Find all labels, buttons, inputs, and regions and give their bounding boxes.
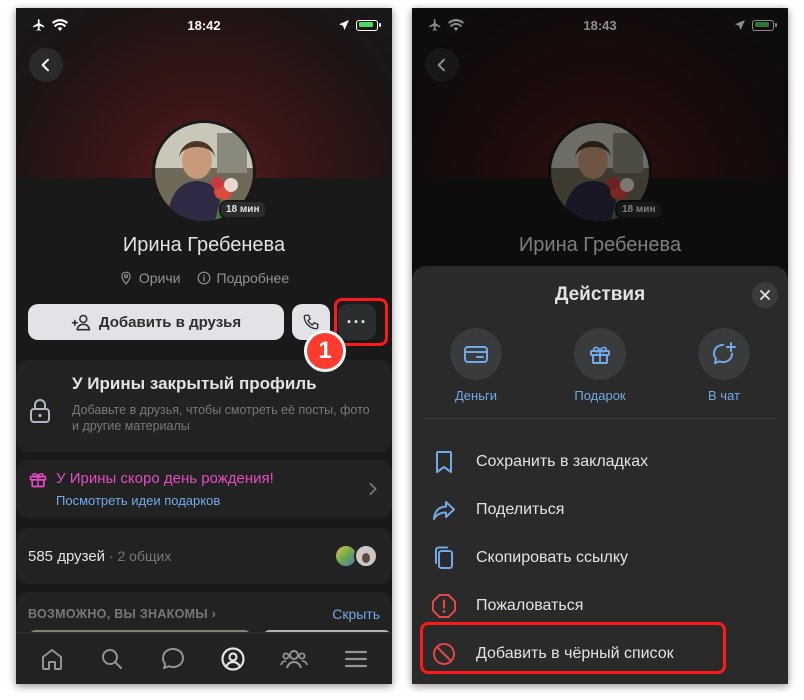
friends-count: 585 друзей (28, 548, 106, 565)
friends-icon[interactable] (280, 646, 309, 672)
closed-profile-desc: Добавьте в друзья, чтобы смотреть её пос… (72, 403, 370, 433)
profile-name: Ирина Гребенева (122, 234, 286, 256)
quick-action-money[interactable]: Деньги (430, 328, 522, 403)
chevron-left-icon (41, 58, 49, 72)
menu-item-label: Поделиться (476, 501, 565, 518)
tab-bar (16, 632, 392, 684)
closed-profile-title: У Ирины закрытый профиль (72, 374, 317, 393)
mutual-friends: · 2 общих (105, 548, 172, 564)
profile-screen: 18:42 18 мин Ирина Гребенева Оричи Подро… (16, 8, 392, 684)
gift-icon (29, 472, 47, 488)
details-label: Подробнее (216, 270, 290, 286)
divider (424, 418, 776, 419)
menu-item-label: Сохранить в закладках (476, 453, 649, 470)
menu-item-label: Скопировать ссылку (476, 549, 629, 566)
battery-icon (356, 19, 381, 31)
gift-ideas-link[interactable]: Посмотреть идеи подарков (56, 493, 220, 508)
closed-profile-card: У Ирины закрытый профиль Добавьте в друз… (16, 360, 392, 452)
sheet-title: Действия (554, 284, 646, 305)
close-button[interactable] (752, 282, 778, 308)
lock-icon (30, 399, 50, 423)
report-icon (432, 594, 456, 618)
step-badge: 1 (304, 330, 346, 372)
home-icon[interactable] (39, 646, 65, 672)
chevron-right-icon (369, 482, 377, 496)
blacklist-highlight (420, 622, 726, 674)
profile-icon[interactable] (220, 646, 246, 672)
airplane-icon (33, 19, 45, 31)
copy-icon (435, 546, 453, 569)
friends-summary: 585 друзей · 2 общих (28, 548, 171, 565)
menu-item-bookmark[interactable]: Сохранить в закладках (412, 438, 788, 486)
add-friend-button[interactable]: Добавить в друзья (28, 304, 284, 340)
add-user-icon (71, 314, 91, 331)
status-bar: 18:42 (16, 8, 392, 42)
status-time: 18:42 (187, 17, 221, 33)
info-icon (197, 271, 210, 285)
location-pin-icon (121, 271, 131, 285)
hide-suggestions-button[interactable]: Скрыть (332, 606, 380, 622)
phone-icon (303, 314, 319, 330)
quick-action-label: Деньги (455, 388, 497, 403)
share-icon (433, 501, 455, 520)
add-chat-icon (713, 342, 736, 364)
profile-meta: Оричи Подробнее (16, 270, 392, 286)
money-icon (464, 346, 488, 363)
messages-icon[interactable] (160, 646, 186, 672)
menu-item-copy-link[interactable]: Скопировать ссылку (412, 534, 788, 582)
quick-action-label: В чат (708, 388, 740, 403)
menu-icon[interactable] (343, 646, 369, 672)
back-button[interactable] (29, 48, 63, 82)
quick-action-gift[interactable]: Подарок (554, 328, 646, 403)
online-time-badge: 18 мин (219, 200, 267, 219)
birthday-card[interactable]: У Ирины скоро день рождения! Посмотреть … (16, 460, 392, 518)
friends-card[interactable]: 585 друзей · 2 общих (16, 528, 392, 584)
quick-action-chat[interactable]: В чат (678, 328, 770, 403)
friend-avatar (354, 544, 378, 568)
bookmark-icon (436, 451, 452, 473)
add-friend-label: Добавить в друзья (98, 313, 242, 331)
wifi-icon (52, 19, 68, 31)
close-icon (760, 290, 770, 300)
menu-item-share[interactable]: Поделиться (412, 486, 788, 534)
birthday-title: У Ирины скоро день рождения! (56, 470, 274, 487)
location-arrow-icon (339, 20, 349, 30)
suggestions-title[interactable]: ВОЗМОЖНО, ВЫ ЗНАКОМЫ › (28, 607, 216, 621)
location-label: Оричи (138, 270, 181, 286)
details-link[interactable]: Подробнее (197, 270, 290, 286)
gift-icon (590, 346, 610, 364)
profile-actions-screen: 18:43 18 мин Ирина Гребенева Действия Де… (412, 8, 788, 684)
quick-action-label: Подарок (574, 388, 626, 403)
menu-item-label: Пожаловаться (476, 597, 584, 614)
search-icon[interactable] (99, 646, 125, 672)
location-item: Оричи (119, 270, 181, 286)
